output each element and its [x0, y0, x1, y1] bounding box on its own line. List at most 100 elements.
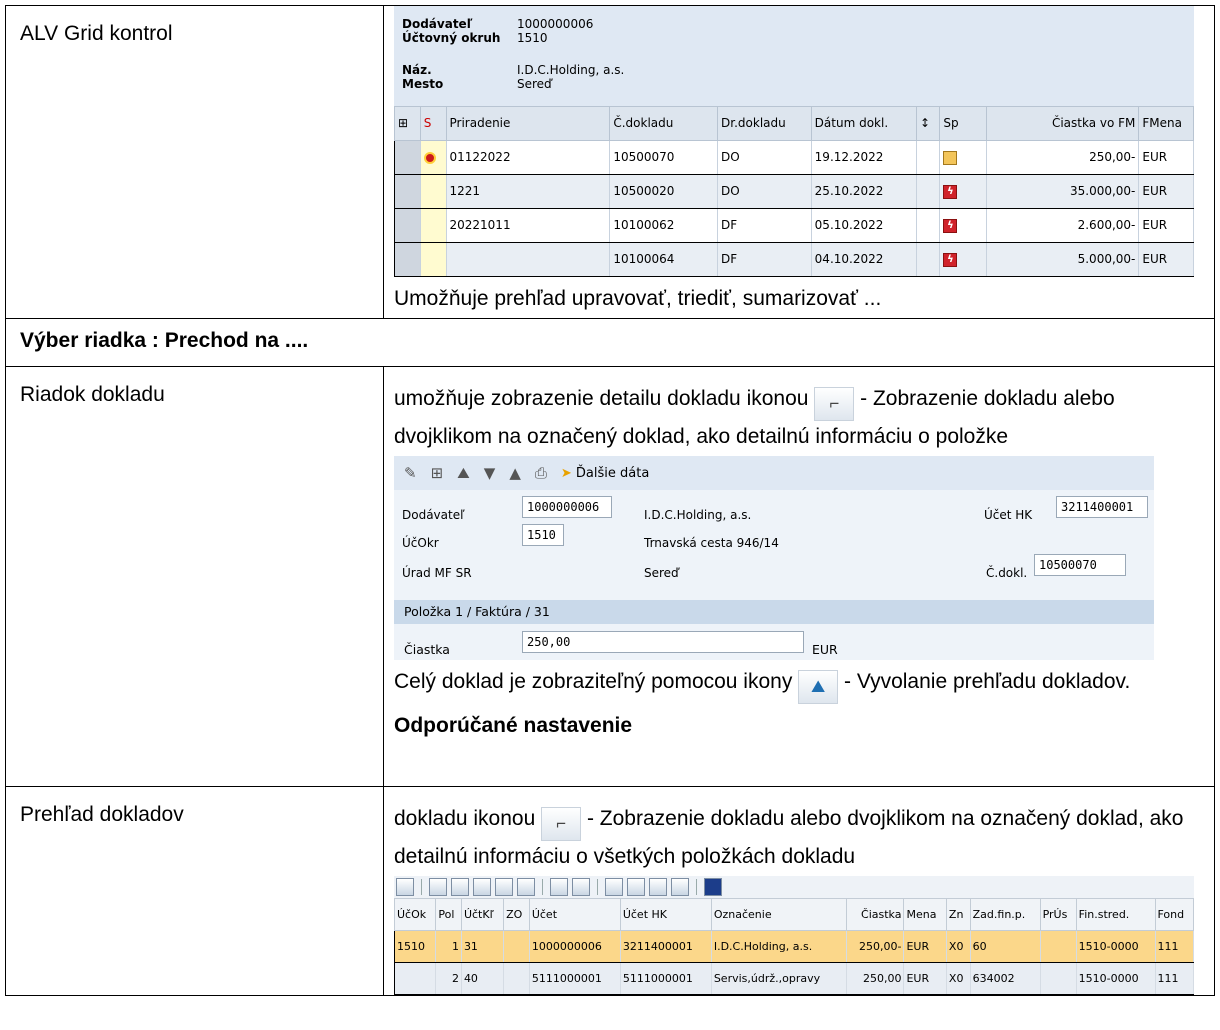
views-icon[interactable] [649, 878, 667, 896]
overview-cell: I.D.C.Holding, a.s. [710, 930, 847, 963]
glasses-icon[interactable]: ⌐ [814, 387, 855, 421]
overview-col[interactable]: PrÚs [1039, 898, 1077, 931]
overview-row[interactable]: 1510 1 31 1000000006 3211400001 I.D.C.Ho… [393, 930, 1194, 963]
alv-cell: 2.600,00- [986, 208, 1140, 243]
find-icon[interactable] [473, 878, 491, 896]
overview-col[interactable]: Fond [1154, 898, 1194, 931]
more-data-button[interactable]: ➤ Ďalšie dáta [561, 458, 649, 489]
alv-cell [445, 242, 611, 277]
alv-row[interactable]: 20221011 10100062 DF 05.10.2022 ϟ 2.600,… [394, 208, 1194, 243]
overview-col[interactable]: ÚčOk [393, 898, 437, 931]
overview-cell: EUR [903, 962, 947, 995]
gl-label: Účet HK [984, 508, 1033, 522]
prehlad-paragraph: dokladu ikonou ⌐ - Zobrazenie dokladu al… [394, 787, 1214, 872]
tree-icon[interactable]: ⊞ [431, 458, 444, 489]
overview-row[interactable]: 2 40 5111000001 5111000001 Servis,údrž.,… [393, 962, 1194, 995]
alv-col-type[interactable]: Dr.dokladu [717, 106, 812, 141]
alv-cell: 04.10.2022 [810, 242, 918, 277]
detail-toolbar: ✎ ⊞ ⛰ ▼ ▲ ⎙ ➤ Ďalšie dáta [394, 456, 1154, 490]
alv-col-status[interactable]: S [419, 106, 447, 141]
alv-col-assign[interactable]: Priradenie [445, 106, 611, 141]
alv-grid-screenshot: Dodávateľ 1000000006 Účtovný okruh 1510 Ná… [394, 6, 1194, 277]
details-icon[interactable] [396, 878, 414, 896]
paragraph-text: dokladu ikonou [394, 807, 536, 830]
overview-icon[interactable]: ⛰ [457, 458, 470, 489]
alv-header-key: Mesto [402, 77, 444, 91]
paragraph-text: Celý doklad je zobraziteľný pomocou ikon… [394, 670, 793, 693]
sum-icon[interactable] [550, 878, 568, 896]
overview-col[interactable]: Pol [435, 898, 462, 931]
alv-caption: Umožňuje prehľad upravovať, triediť, sum… [394, 287, 882, 310]
previous-icon[interactable]: ▲ [509, 458, 521, 489]
alv-cell: 1221 [445, 174, 611, 209]
paragraph-text: - Vyvolanie prehľadu dokladov. [838, 670, 1131, 693]
amount-field[interactable]: 250,00 [522, 631, 804, 653]
info-icon[interactable] [704, 878, 722, 896]
row-selector[interactable] [394, 174, 421, 209]
overview-col[interactable]: ZO [503, 898, 530, 931]
overview-cell: 40 [460, 962, 505, 995]
gl-field[interactable]: 3211400001 [1056, 496, 1148, 518]
overview-col[interactable]: Fin.stred. [1075, 898, 1156, 931]
overview-cell: 634002 [969, 962, 1041, 995]
mountain-person-icon[interactable]: ⛰ [798, 670, 839, 704]
overview-col[interactable]: Mena [903, 898, 947, 931]
doc-number-field[interactable]: 10500070 [1034, 554, 1126, 576]
alv-col-sort-icon[interactable]: ↕ [916, 106, 941, 141]
alv-cell: 01122022 [445, 140, 611, 175]
filter-set-icon[interactable] [517, 878, 535, 896]
alv-header-key: Účtovný okruh [402, 31, 501, 45]
overview-col[interactable]: Zad.fin.p. [969, 898, 1041, 931]
alv-row[interactable]: 1221 10500020 DO 25.10.2022 ϟ 35.000,00-… [394, 174, 1194, 209]
export-icon[interactable] [627, 878, 645, 896]
doc-number-label: Č.dokl. [986, 566, 1028, 580]
alv-row[interactable]: 10100064 DF 04.10.2022 ϟ 5.000,00- EUR [394, 242, 1194, 277]
company-code-field[interactable]: 1510 [522, 524, 564, 546]
street: Trnavská cesta 946/14 [644, 536, 779, 550]
glasses-icon[interactable]: ⌐ [541, 807, 582, 841]
alv-col-date[interactable]: Dátum dokl. [810, 106, 918, 141]
find-next-icon[interactable] [495, 878, 513, 896]
overview-cell: 1000000006 [528, 930, 621, 963]
alv-row[interactable]: 01122022 10500070 DO 19.12.2022 250,00- … [394, 140, 1194, 175]
vendor-field[interactable]: 1000000006 [522, 496, 612, 518]
row-selector[interactable] [394, 242, 421, 277]
overview-cell: 3211400001 [619, 930, 712, 963]
alv-cell: 250,00- [986, 140, 1140, 175]
row-selector[interactable] [394, 140, 421, 175]
alv-cell: 20221011 [445, 208, 611, 243]
alv-col-doc[interactable]: Č.dokladu [609, 106, 719, 141]
print-preview-icon[interactable] [605, 878, 623, 896]
status-light-icon [423, 151, 436, 164]
overview-col[interactable]: Účet [528, 898, 621, 931]
alv-col-cur[interactable]: FMena [1138, 106, 1194, 141]
overview-col[interactable]: Účet HK [619, 898, 712, 931]
subtotal-icon[interactable] [572, 878, 590, 896]
alv-col-amount[interactable]: Čiastka vo FM [986, 106, 1140, 141]
overview-col[interactable]: ÚčtKľ [460, 898, 505, 931]
alv-cell: EUR [1138, 174, 1194, 209]
alv-cell: 10100062 [609, 208, 719, 243]
next-icon[interactable]: ▼ [484, 458, 496, 489]
alv-header-value: Sereď [517, 77, 552, 91]
recommend-heading: Odporúčané nastavenie [394, 714, 633, 737]
alv-col-sp[interactable]: Sp [939, 106, 988, 141]
overview-col[interactable]: Zn [945, 898, 971, 931]
overview-cell [1039, 930, 1077, 963]
overview-col[interactable]: Čiastka [845, 898, 905, 931]
edit-icon[interactable]: ✎ [404, 458, 417, 489]
overview-col[interactable]: Označenie [710, 898, 847, 931]
alv-table: ⊞ S Priradenie Č.dokladu Dr.dokladu Dátu… [394, 106, 1194, 277]
document-table: ALV Grid kontrol Dodávateľ 1000000006 Účt… [5, 5, 1215, 996]
alv-cell: DO [717, 174, 812, 209]
vendor-label: Dodávateľ [402, 508, 465, 522]
print-icon[interactable] [429, 878, 447, 896]
alv-header-value: 1510 [517, 31, 548, 45]
print-icon[interactable]: ⎙ [535, 458, 547, 489]
alv-cell: 19.12.2022 [810, 140, 918, 175]
layout-icon[interactable]: ⊞ [394, 106, 421, 141]
row-selector[interactable] [394, 208, 421, 243]
filter-icon[interactable] [451, 878, 469, 896]
layout-icon[interactable] [671, 878, 689, 896]
overview-cell: 60 [969, 930, 1041, 963]
